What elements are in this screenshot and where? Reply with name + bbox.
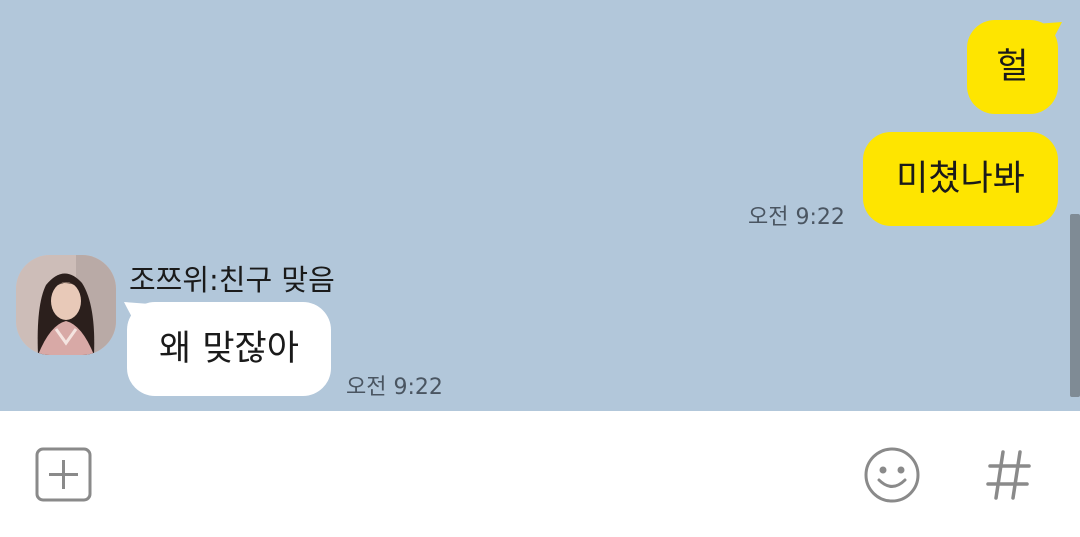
smiley-icon bbox=[864, 447, 920, 503]
chat-area[interactable]: 헐 미쳤나봐 오전 9:22 조쯔위:친구 맞음 왜 맞잖아 오전 9:22 bbox=[0, 0, 1080, 411]
my-message-bubble[interactable]: 미쳤나봐 bbox=[863, 132, 1058, 226]
message-text: 왜 맞잖아 bbox=[159, 328, 299, 369]
scrollbar[interactable] bbox=[1070, 214, 1080, 397]
other-message-bubble[interactable]: 왜 맞잖아 bbox=[127, 302, 331, 396]
avatar[interactable] bbox=[16, 255, 116, 355]
my-message-bubble[interactable]: 헐 bbox=[967, 20, 1058, 114]
sender-name: 조쯔위:친구 맞음 bbox=[129, 263, 335, 297]
message-text: 헐 bbox=[996, 46, 1029, 87]
profile-photo bbox=[16, 255, 116, 355]
message-timestamp: 오전 9:22 bbox=[346, 375, 443, 400]
plus-square-icon bbox=[35, 447, 92, 502]
message-timestamp: 오전 9:22 bbox=[748, 205, 845, 230]
hashtag-icon bbox=[986, 450, 1031, 500]
hashtag-button[interactable] bbox=[985, 447, 1033, 503]
emoji-button[interactable] bbox=[862, 445, 922, 505]
message-text: 미쳤나봐 bbox=[896, 158, 1025, 199]
attach-button[interactable] bbox=[34, 447, 94, 503]
